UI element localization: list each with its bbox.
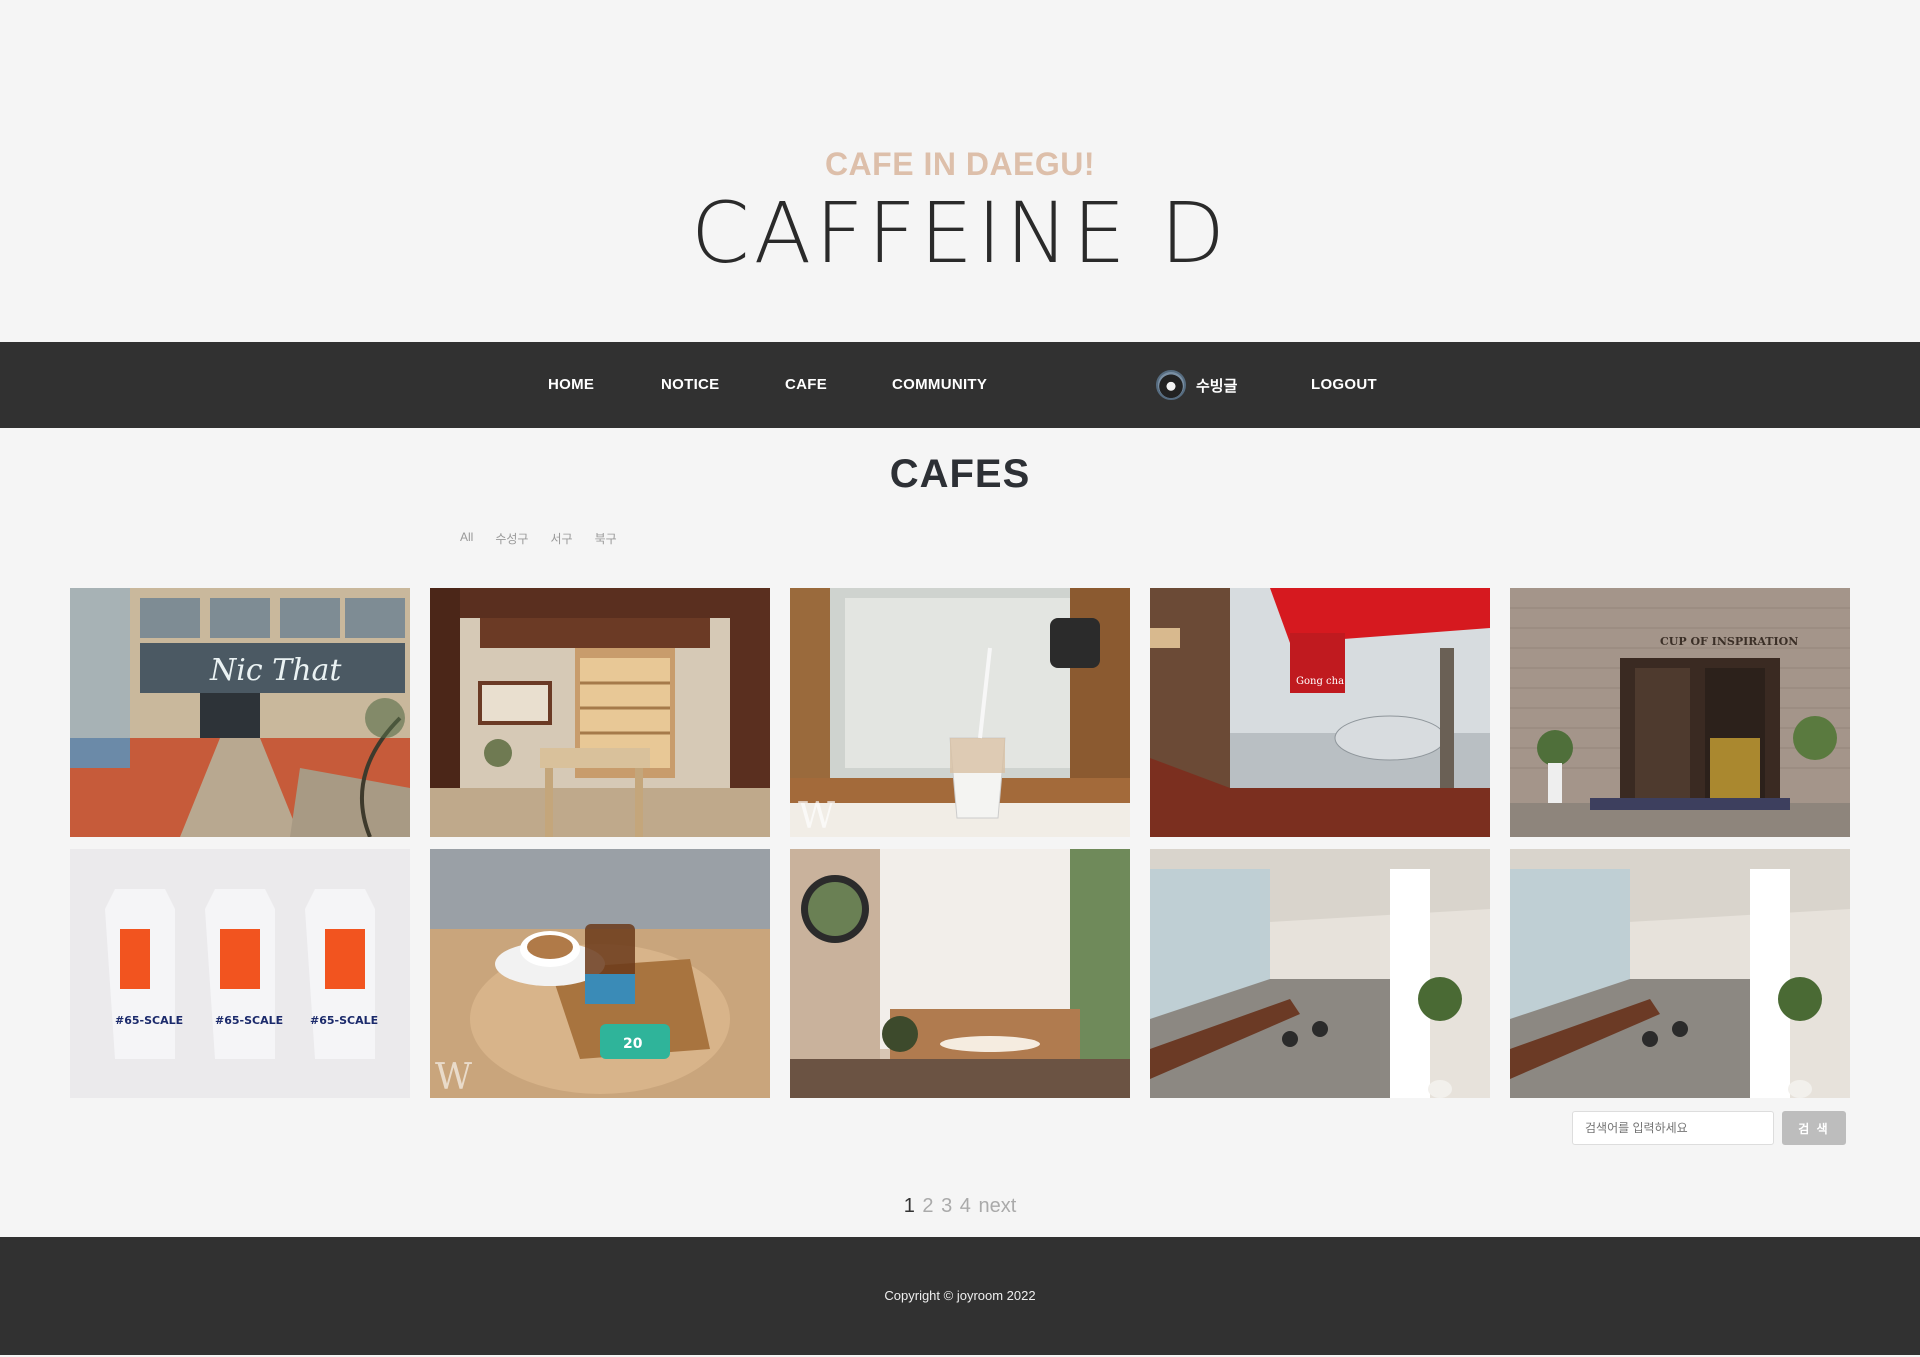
page-link-3[interactable]: 3 xyxy=(941,1195,952,1217)
cafe-photo-hanok-interior xyxy=(430,588,770,837)
cafe-card[interactable]: Nic That xyxy=(70,588,410,837)
cafe-card[interactable]: 20 W xyxy=(430,849,770,1098)
page-link-2[interactable]: 2 xyxy=(922,1195,933,1217)
cafe-photo-gongcha-window: Gong cha xyxy=(1150,588,1490,837)
svg-text:W: W xyxy=(435,1057,472,1098)
cafe-card[interactable] xyxy=(1510,849,1850,1098)
footer: Copyright © joyroom 2022 xyxy=(0,1237,1920,1355)
cafe-card[interactable]: #65-SCALE #65-SCALE #65-SCALE xyxy=(70,849,410,1098)
cafe-card[interactable] xyxy=(430,588,770,837)
cafe-photo-milk-cartons: #65-SCALE #65-SCALE #65-SCALE xyxy=(70,849,410,1098)
cafe-card[interactable]: CUP OF INSPIRATION xyxy=(1510,588,1850,837)
svg-text:W: W xyxy=(798,796,835,837)
filter-all[interactable]: All xyxy=(460,530,473,547)
cafe-photo-latte-table: 20 W xyxy=(430,849,770,1098)
svg-text:Nic That: Nic That xyxy=(209,653,342,688)
svg-text:CUP OF INSPIRATION: CUP OF INSPIRATION xyxy=(1660,635,1798,648)
cafe-photo-modern-building: Nic That xyxy=(70,588,410,837)
svg-text:#65-SCALE: #65-SCALE xyxy=(215,1014,283,1027)
cafe-card[interactable] xyxy=(1150,849,1490,1098)
page-link-1[interactable]: 1 xyxy=(904,1195,915,1217)
copyright-text: Copyright © joyroom 2022 xyxy=(884,1288,1036,1303)
svg-text:#65-SCALE: #65-SCALE xyxy=(310,1014,378,1027)
main-nav: HOME NOTICE CAFE COMMUNITY 수빙글 LOGOUT xyxy=(0,342,1920,428)
filter-seo-gu[interactable]: 서구 xyxy=(550,530,572,547)
site-subtitle: CAFE IN DAEGU! xyxy=(824,146,1096,182)
next-page-link[interactable]: next xyxy=(978,1195,1016,1217)
search-input[interactable] xyxy=(1572,1111,1774,1145)
svg-text:20: 20 xyxy=(623,1036,643,1052)
site-title-text: CAFFEINE D xyxy=(691,184,1229,282)
filter-suseong-gu[interactable]: 수성구 xyxy=(495,530,528,547)
cafe-card[interactable]: W xyxy=(790,588,1130,837)
hero-header: CAFE IN DAEGU! CAFFEINE D xyxy=(0,0,1920,342)
page-link-4[interactable]: 4 xyxy=(960,1195,971,1217)
search-button[interactable]: 검 색 xyxy=(1782,1111,1846,1145)
filter-buk-gu[interactable]: 북구 xyxy=(595,530,617,547)
user-menu[interactable]: 수빙글 xyxy=(1156,367,1237,403)
nav-item-notice[interactable]: NOTICE xyxy=(661,342,719,428)
cafe-card[interactable]: Gong cha xyxy=(1150,588,1490,837)
cafe-photo-iced-latte: W xyxy=(790,588,1130,837)
cafe-photo-mirror-interior xyxy=(790,849,1130,1098)
user-name: 수빙글 xyxy=(1196,377,1238,395)
logout-link[interactable]: LOGOUT xyxy=(1311,342,1377,428)
cafe-card[interactable] xyxy=(790,849,1130,1098)
nav-item-community[interactable]: COMMUNITY xyxy=(892,342,987,428)
region-filters: All 수성구 서구 북구 xyxy=(460,530,617,547)
search-bar: 검 색 xyxy=(1572,1111,1846,1145)
nav-item-home[interactable]: HOME xyxy=(548,342,594,428)
svg-text:#65-SCALE: #65-SCALE xyxy=(115,1014,183,1027)
cafe-grid: Nic That W Gong cha CUP OF INSPIRATION #… xyxy=(70,588,1850,1098)
svg-text:Gong cha: Gong cha xyxy=(1296,676,1344,687)
avatar xyxy=(1156,370,1186,400)
cafe-photo-modern-seating xyxy=(1510,849,1850,1098)
cafe-photo-cup-of-inspiration: CUP OF INSPIRATION xyxy=(1510,588,1850,837)
cafe-photo-modern-seating xyxy=(1150,849,1490,1098)
page-title: CAFES xyxy=(889,452,1031,496)
pagination: 1 2 3 4 next xyxy=(0,1195,1920,1218)
nav-item-cafe[interactable]: CAFE xyxy=(785,342,827,428)
site-title: CAFFEINE D xyxy=(0,184,1920,282)
